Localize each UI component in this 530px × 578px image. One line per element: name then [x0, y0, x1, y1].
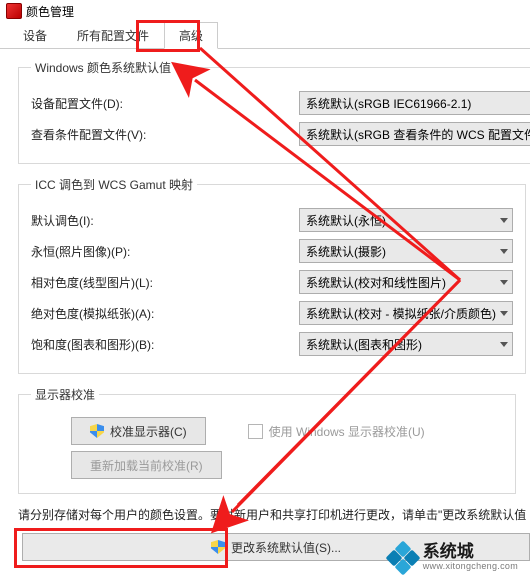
label-relative: 相对色度(线型图片)(L):	[31, 274, 299, 291]
label-device-profile: 设备配置文件(D):	[31, 95, 299, 112]
calibrate-display-button[interactable]: 校准显示器(C)	[71, 417, 206, 445]
note-text: 请分别存储对每个用户的颜色设置。要对新用户和共享打印机进行更改，请单击"更改系统…	[18, 506, 512, 523]
group-icc-wcs-legend: ICC 调色到 WCS Gamut 映射	[31, 176, 197, 193]
label-perceptual: 永恒(照片图像)(P):	[31, 243, 299, 260]
group-display-calibration-legend: 显示器校准	[31, 386, 99, 403]
group-display-calibration: 显示器校准 校准显示器(C) 使用 Windows 显示器校准(U) 重新加载当…	[18, 386, 516, 494]
group-icc-wcs: ICC 调色到 WCS Gamut 映射 默认调色(I): 系统默认(永恒) 永…	[18, 176, 526, 374]
window-title: 颜色管理	[26, 3, 74, 20]
chevron-down-icon	[500, 218, 508, 223]
label-viewing-profile: 查看条件配置文件(V):	[31, 126, 299, 143]
change-system-defaults-label: 更改系统默认值(S)...	[231, 539, 341, 556]
tab-advanced[interactable]: 高级	[164, 22, 218, 49]
select-saturation[interactable]: 系统默认(图表和图形)	[299, 332, 513, 356]
use-windows-calibration-checkbox[interactable]: 使用 Windows 显示器校准(U)	[248, 423, 425, 440]
reload-calibration-button[interactable]: 重新加载当前校准(R)	[71, 451, 222, 479]
use-windows-calibration-label: 使用 Windows 显示器校准(U)	[269, 423, 425, 440]
titlebar: 颜色管理	[0, 0, 530, 22]
select-viewing-profile-value: 系统默认(sRGB 查看条件的 WCS 配置文件)	[306, 126, 530, 143]
watermark: 系统城 www.xitongcheng.com	[389, 543, 518, 572]
tab-all-profiles[interactable]: 所有配置文件	[62, 22, 164, 49]
watermark-url: www.xitongcheng.com	[423, 562, 518, 572]
shield-icon	[211, 540, 225, 554]
app-icon	[6, 3, 22, 19]
calibrate-display-label: 校准显示器(C)	[110, 423, 187, 440]
select-device-profile-value: 系统默认(sRGB IEC61966-2.1)	[306, 95, 471, 112]
watermark-name: 系统城	[423, 543, 518, 562]
group-windows-defaults-legend: Windows 颜色系统默认值	[31, 59, 175, 76]
select-device-profile[interactable]: 系统默认(sRGB IEC61966-2.1)	[299, 91, 530, 115]
label-saturation: 饱和度(图表和图形)(B):	[31, 336, 299, 353]
select-default-intent[interactable]: 系统默认(永恒)	[299, 208, 513, 232]
select-perceptual[interactable]: 系统默认(摄影)	[299, 239, 513, 263]
tab-devices[interactable]: 设备	[8, 22, 62, 49]
select-relative[interactable]: 系统默认(校对和线性图片)	[299, 270, 513, 294]
chevron-down-icon	[500, 249, 508, 254]
label-default-intent: 默认调色(I):	[31, 212, 299, 229]
select-absolute[interactable]: 系统默认(校对 - 模拟纸张/介质颜色)	[299, 301, 513, 325]
chevron-down-icon	[500, 311, 508, 316]
tab-bar: 设备 所有配置文件 高级	[0, 22, 530, 49]
watermark-logo-icon	[389, 544, 417, 572]
shield-icon	[90, 424, 104, 438]
group-windows-defaults: Windows 颜色系统默认值 设备配置文件(D): 系统默认(sRGB IEC…	[18, 59, 530, 164]
checkbox-icon	[248, 424, 263, 439]
chevron-down-icon	[500, 280, 508, 285]
reload-calibration-label: 重新加载当前校准(R)	[90, 457, 203, 474]
chevron-down-icon	[500, 342, 508, 347]
label-absolute: 绝对色度(模拟纸张)(A):	[31, 305, 299, 322]
select-viewing-profile[interactable]: 系统默认(sRGB 查看条件的 WCS 配置文件)	[299, 122, 530, 146]
